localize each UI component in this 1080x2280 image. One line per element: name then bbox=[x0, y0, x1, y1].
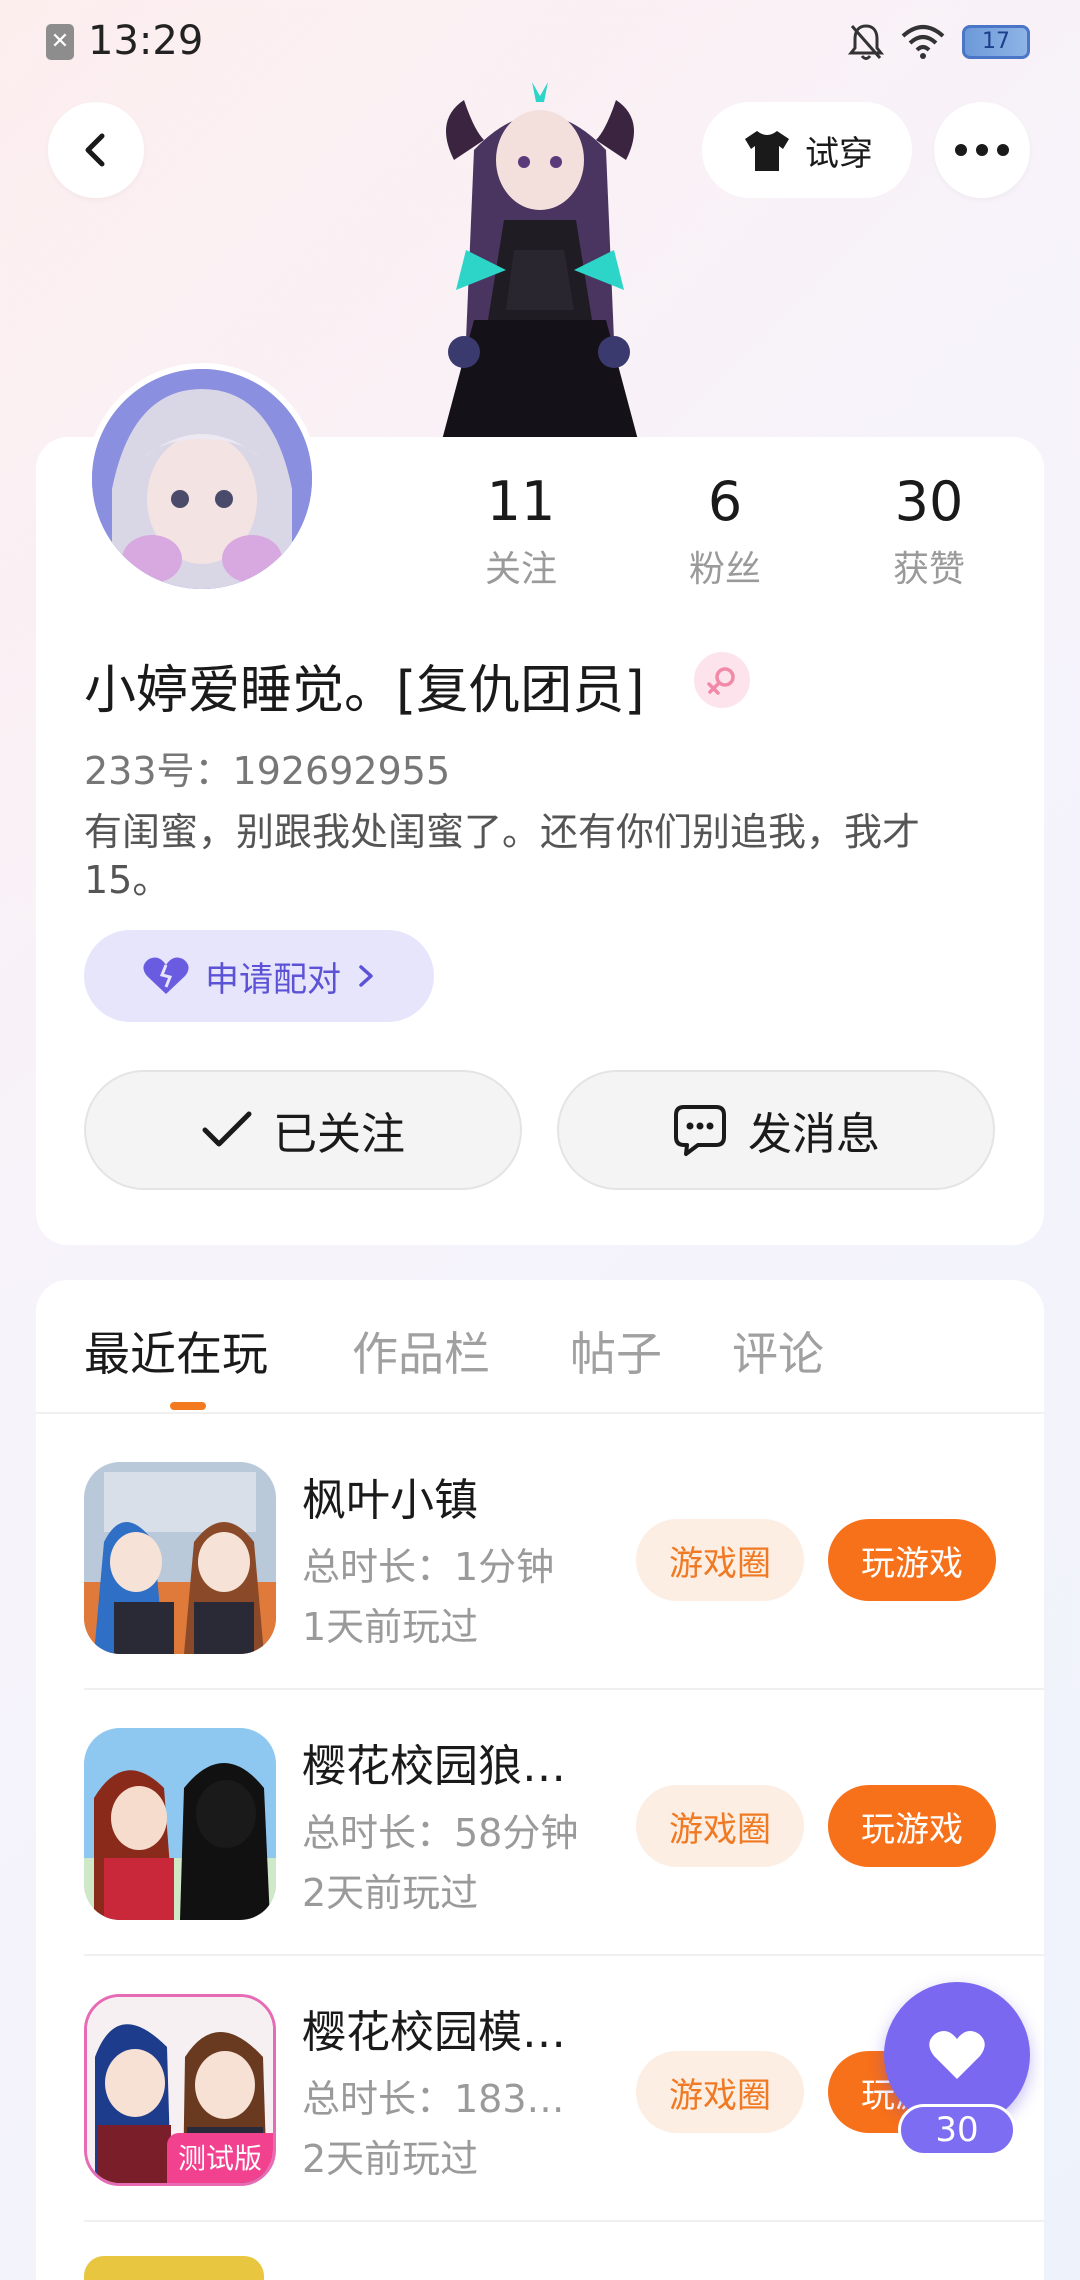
game-circle-button[interactable]: 游戏圈 bbox=[636, 1785, 804, 1867]
stat-following[interactable]: 11 关注 bbox=[431, 470, 611, 592]
game-last-played: 2天前玩过 bbox=[302, 2137, 479, 2181]
more-dots-icon bbox=[955, 144, 1009, 156]
game-last-played: 2天前玩过 bbox=[302, 1871, 479, 1915]
test-version-badge: 测试版 bbox=[167, 2133, 273, 2183]
game-title: 樱花校园狼… bbox=[302, 1741, 566, 1792]
tshirt-icon bbox=[745, 131, 789, 171]
notification-icon: ✕ bbox=[46, 24, 74, 60]
mute-bell-icon bbox=[848, 24, 884, 60]
chat-bubble-icon bbox=[674, 1105, 726, 1156]
back-button[interactable] bbox=[48, 102, 144, 198]
game-title: 樱花校园模… bbox=[302, 2007, 566, 2058]
wifi-icon bbox=[901, 25, 945, 59]
next-game-icon-peek bbox=[84, 2256, 264, 2280]
game-circle-button[interactable]: 游戏圈 bbox=[636, 1519, 804, 1601]
game-duration: 总时长：1分钟 bbox=[302, 1545, 555, 1589]
game-row[interactable]: 枫叶小镇 总时长：1分钟 1天前玩过 游戏圈 玩游戏 bbox=[84, 1424, 1044, 1690]
game-row[interactable]: 樱花校园狼… 总时长：58分钟 2天前玩过 游戏圈 玩游戏 bbox=[84, 1690, 1044, 1956]
status-time: 13:29 bbox=[88, 18, 204, 64]
game-title: 枫叶小镇 bbox=[302, 1475, 478, 1526]
try-on-button[interactable]: 试穿 bbox=[702, 102, 912, 198]
stat-fans-label: 粉丝 bbox=[688, 549, 761, 590]
heart-pair-icon bbox=[143, 957, 189, 994]
bio-text: 有闺蜜，别跟我处闺蜜了。还有你们别追我，我才15。 bbox=[84, 810, 921, 902]
tab-works[interactable]: 作品栏 bbox=[352, 1318, 490, 1384]
check-icon bbox=[202, 1111, 252, 1147]
try-on-label: 试穿 bbox=[805, 133, 873, 174]
game-duration: 总时长：58分钟 bbox=[302, 1811, 579, 1855]
battery-indicator: 17 bbox=[962, 25, 1030, 59]
game-icon-sakura-simulator[interactable]: 测试版 bbox=[84, 1994, 276, 2186]
user-id: 233号：192692955 bbox=[84, 749, 451, 793]
followed-button[interactable]: 已关注 bbox=[84, 1070, 522, 1190]
game-circle-button[interactable]: 游戏圈 bbox=[636, 2051, 804, 2133]
game-icon-sakura-werewolf[interactable] bbox=[84, 1728, 276, 1920]
tab-recently-played[interactable]: 最近在玩 bbox=[84, 1318, 268, 1384]
stat-following-count: 11 bbox=[486, 470, 556, 533]
stat-likes[interactable]: 30 获赞 bbox=[839, 470, 1019, 592]
heart-icon bbox=[929, 2030, 985, 2079]
stat-following-label: 关注 bbox=[484, 549, 557, 590]
status-bar: ✕ 13:29 17 bbox=[0, 0, 1080, 86]
send-message-button[interactable]: 发消息 bbox=[557, 1070, 995, 1190]
send-message-label: 发消息 bbox=[748, 1109, 880, 1160]
avatar-3d-figure[interactable] bbox=[414, 80, 666, 440]
apply-pair-label: 申请配对 bbox=[205, 959, 341, 1000]
game-duration: 总时长：183… bbox=[302, 2077, 565, 2121]
chevron-right-icon bbox=[359, 965, 373, 987]
stat-likes-label: 获赞 bbox=[892, 549, 965, 590]
tabs-divider bbox=[36, 1412, 1044, 1414]
followed-label: 已关注 bbox=[273, 1109, 405, 1160]
stat-likes-count: 30 bbox=[894, 470, 964, 533]
tab-posts[interactable]: 帖子 bbox=[570, 1318, 662, 1384]
like-count: 30 bbox=[898, 2104, 1016, 2156]
stat-fans-count: 6 bbox=[707, 470, 743, 533]
tab-active-indicator bbox=[170, 1402, 206, 1410]
play-game-button[interactable]: 玩游戏 bbox=[828, 1785, 996, 1867]
status-icons: 17 bbox=[848, 22, 1030, 62]
more-button[interactable] bbox=[934, 102, 1030, 198]
tab-comments[interactable]: 评论 bbox=[732, 1318, 824, 1384]
chevron-left-icon bbox=[85, 133, 105, 167]
game-last-played: 1天前玩过 bbox=[302, 1605, 479, 1649]
game-icon-maple-town[interactable] bbox=[84, 1462, 276, 1654]
play-game-button[interactable]: 玩游戏 bbox=[828, 1519, 996, 1601]
stat-fans[interactable]: 6 粉丝 bbox=[635, 470, 815, 592]
female-gender-icon bbox=[694, 652, 750, 708]
apply-pair-button[interactable]: 申请配对 bbox=[84, 930, 434, 1022]
username: 小婷爱睡觉。[复仇团员] bbox=[84, 661, 645, 721]
avatar[interactable] bbox=[86, 363, 318, 595]
row-divider bbox=[84, 2220, 1044, 2222]
